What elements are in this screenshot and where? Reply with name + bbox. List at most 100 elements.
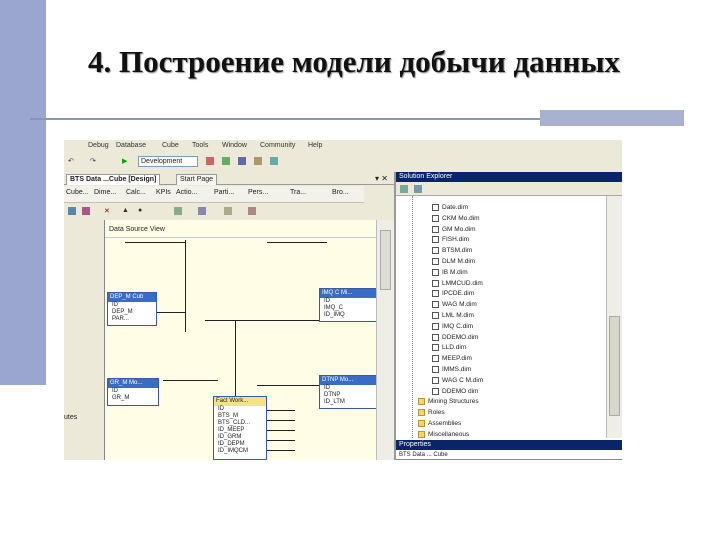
tree-item[interactable]: BTSM.dim [432,247,472,254]
start-icon[interactable]: ▶ [122,157,130,165]
fact-table[interactable]: Fact Work... ID BTS_M BTS_CLD... ID_MEEP… [213,396,267,460]
tree-item[interactable]: Roles [418,409,445,416]
tree-item[interactable]: GM Mo.dim [432,225,476,233]
properties-object[interactable]: BTS Data ... Cube [396,450,622,460]
tool-icon[interactable] [82,207,90,215]
tool-icon[interactable] [206,157,214,165]
menu-cube[interactable]: Cube [162,142,179,149]
tab-calculations[interactable]: Calc... [126,189,146,196]
tree-item[interactable]: CKM Mo.dim [432,214,480,222]
dimension-file-icon [432,225,439,233]
slide-accent-bar [0,0,46,385]
tree-item[interactable]: Assemblies [418,420,461,427]
tab-kpis[interactable]: KPIs [156,189,171,196]
tool-icon[interactable] [254,157,262,165]
tree-item-label: LML M.dim [442,312,474,320]
table-row: BTS_M [218,413,239,419]
ltm-table-header[interactable]: DTNP Mo... [320,376,376,385]
tree-item[interactable]: MEEP.dim [432,355,472,362]
tool-icon[interactable] [174,207,182,215]
scroll-thumb[interactable] [609,316,620,416]
tool-icon[interactable] [68,207,76,215]
tree-item[interactable]: IMQ C.dim [432,322,473,330]
tab-browser[interactable]: Bro... [332,189,349,196]
tab-translations[interactable]: Tra... [290,189,306,196]
tab-perspectives[interactable]: Pers... [248,189,268,196]
tree-item[interactable]: DLM M.dim [432,258,475,265]
relationship-line [265,440,295,441]
up-arrow-icon[interactable]: ▲ [122,207,130,215]
tree-item[interactable]: WAG C M.dim [432,376,483,384]
dimension-file-icon [432,355,439,363]
tree-item[interactable]: Date.dim [432,204,468,211]
solution-explorer-title: Solution Explorer [396,172,622,182]
tree-item[interactable]: FISH.dim [432,236,469,244]
delete-icon[interactable]: ✕ [104,207,112,215]
tab-actions[interactable]: Actio... [176,189,197,196]
tree-item-label: IB M.dim [442,269,468,277]
undo-icon[interactable]: ↶ [68,157,76,165]
menu-community[interactable]: Community [260,142,295,149]
solution-config-dropdown[interactable]: Development [138,156,198,167]
ltm-table[interactable]: DTNP Mo... ID DTNP ID_LTM [319,375,377,409]
menu-window[interactable]: Window [222,142,247,149]
refresh-icon[interactable] [414,185,422,193]
menu-debug[interactable]: Debug [88,142,109,149]
dep-table[interactable]: DEP_M Cub ID DEP_M PAR... [107,292,157,326]
tree-item[interactable]: LMMCUD.dim [432,279,483,287]
menu-tools[interactable]: Tools [192,142,208,149]
table-row: ID [324,385,330,391]
folder-icon [418,409,425,417]
fact-table-header[interactable]: Fact Work... [214,397,266,406]
properties-title: Properties [396,440,622,450]
menu-help[interactable]: Help [308,142,322,149]
tool-icon[interactable] [270,157,278,165]
properties-icon[interactable] [400,185,408,193]
tree-item[interactable]: IB M.dim [432,268,468,277]
gr-table-header[interactable]: GR_M Mo... [108,379,158,388]
relationship-line [265,430,295,431]
dot-icon[interactable]: ● [138,207,146,215]
close-icon[interactable]: ▾ ✕ [375,174,388,183]
scroll-thumb[interactable] [380,230,391,290]
tree-item[interactable]: WAG M.dim [432,301,477,308]
tab-cube-design[interactable]: BTS Data ...Cube [Design] [66,174,161,185]
tree-item[interactable]: IMMS.dim [432,366,471,373]
tab-cube-structure[interactable]: Cube... [66,189,89,196]
dimension-file-icon [432,322,439,330]
tab-start-page[interactable]: Start Page [176,174,218,185]
tool-icon[interactable] [222,157,230,165]
standard-toolbar: ↶ ↷ ▶ [64,154,394,169]
dimension-file-icon [432,387,439,395]
imq-table[interactable]: IMQ C Mi... ID IMQ_C ID_IMQ [319,288,377,322]
tool-icon[interactable] [248,207,256,215]
gr-table[interactable]: GR_M Mo... ID GR_M [107,378,159,406]
tool-icon[interactable] [238,157,246,165]
table-row: DEP_M [112,309,133,315]
tree-item-label: GM Mo.dim [442,225,476,233]
tool-icon[interactable] [224,207,232,215]
canvas-header: Data Source View [105,220,376,238]
menu-database[interactable]: Database [116,142,146,149]
dep-table-header[interactable]: DEP_M Cub [108,293,156,302]
relationship-line [265,410,295,411]
relationship-line [125,242,185,243]
tool-icon[interactable] [198,207,206,215]
tree-item[interactable]: DDEMO.dim [432,333,478,341]
imq-table-header[interactable]: IMQ C Mi... [320,289,376,298]
tab-partitions[interactable]: Parti... [214,189,234,196]
tree-item[interactable]: DDEMO dim [432,387,478,395]
tab-dimension-usage[interactable]: Dime... [94,189,116,196]
canvas-scrollbar[interactable] [376,220,394,460]
tree-item[interactable]: LLD.dim [432,344,466,352]
tree-item[interactable]: IPCDE.dim [432,290,474,298]
solution-scrollbar[interactable] [606,196,622,438]
tree-item-label: BTSM.dim [442,247,473,255]
table-row: ID_GRM [218,434,242,440]
tree-item[interactable]: Mining Structures [418,398,479,406]
tree-item[interactable]: LML M.dim [432,312,474,319]
data-source-view-canvas[interactable]: Data Source View DEP_M Cub ID DEP_M PAR.… [104,220,377,460]
redo-icon[interactable]: ↷ [90,157,98,165]
tree-item[interactable]: Miscellaneous [418,430,469,438]
table-row: ID [112,302,118,308]
